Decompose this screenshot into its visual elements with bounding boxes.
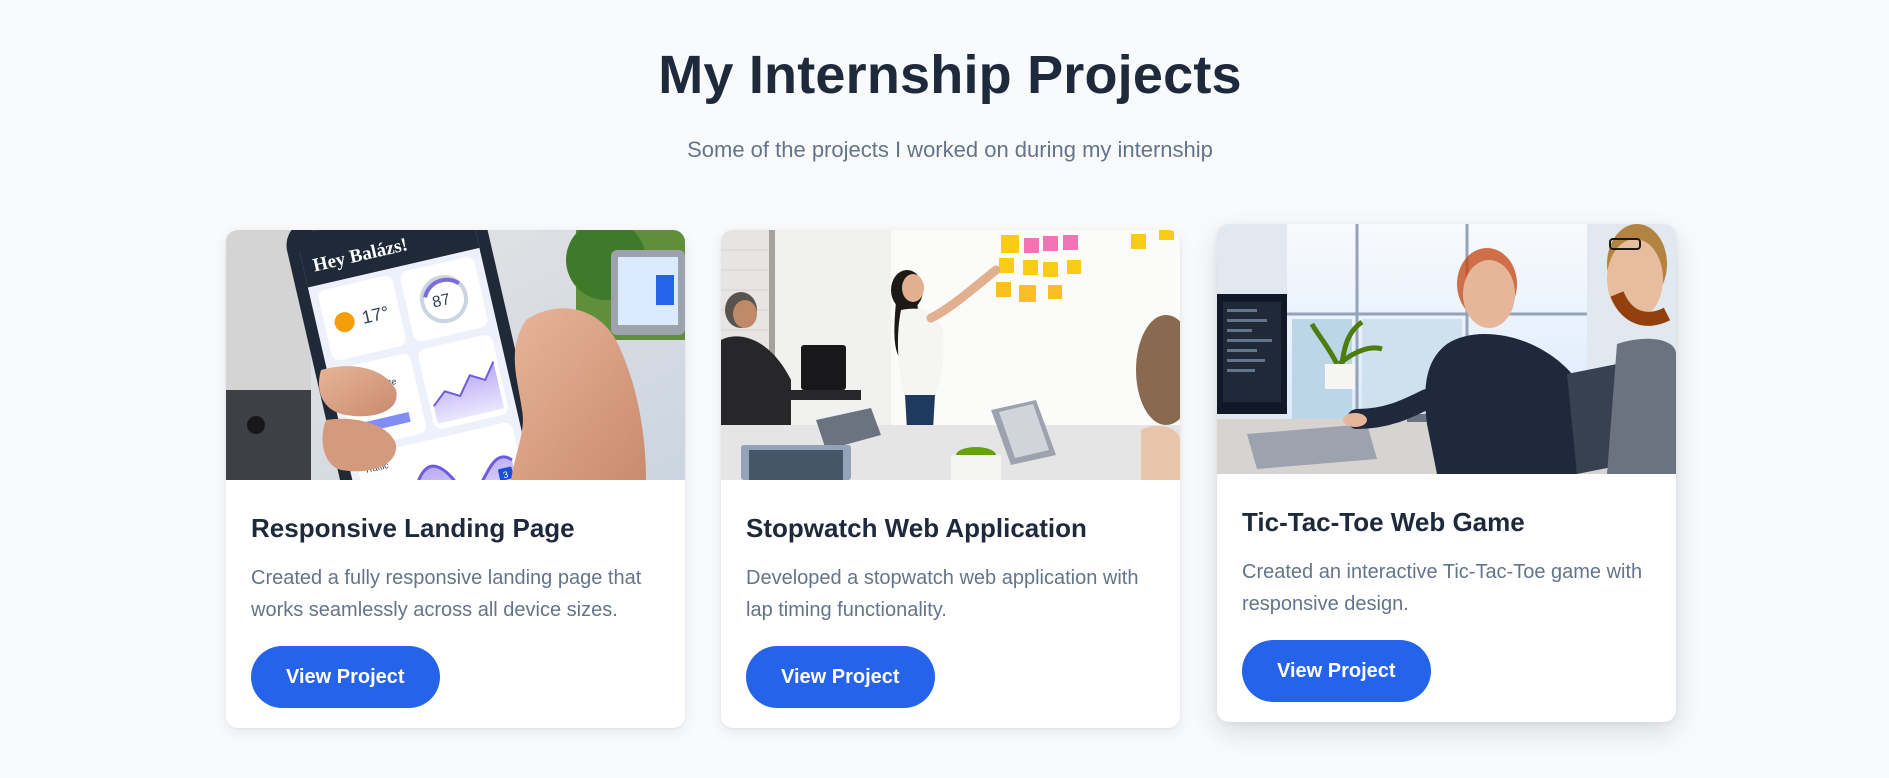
- project-image-phone-dashboard: Hey Balázs! 17° 87 Natural state Traffi: [226, 230, 685, 480]
- project-image-developers-at-desk: [1217, 224, 1676, 474]
- projects-section: My Internship Projects Some of the proje…: [0, 0, 1889, 778]
- page-title: My Internship Projects: [658, 45, 1242, 105]
- view-project-button[interactable]: View Project: [746, 646, 935, 708]
- project-card-responsive-landing-page: Hey Balázs! 17° 87 Natural state Traffi: [226, 230, 685, 728]
- project-card-stopwatch-web-application: Stopwatch Web Application Developed a st…: [721, 230, 1180, 728]
- view-project-button[interactable]: View Project: [251, 646, 440, 708]
- project-title: Stopwatch Web Application: [746, 513, 1087, 543]
- project-description: Developed a stopwatch web application wi…: [746, 567, 1139, 621]
- project-title: Tic-Tac-Toe Web Game: [1242, 507, 1525, 537]
- project-description: Created a fully responsive landing page …: [251, 567, 642, 621]
- page-subtitle: Some of the projects I worked on during …: [687, 137, 1213, 162]
- project-title: Responsive Landing Page: [251, 513, 575, 543]
- project-image-team-whiteboard: [721, 230, 1180, 480]
- project-description: Created an interactive Tic-Tac-Toe game …: [1242, 561, 1643, 615]
- project-card-tic-tac-toe-web-game: Tic-Tac-Toe Web Game Created an interact…: [1217, 224, 1676, 722]
- view-project-button[interactable]: View Project: [1242, 640, 1431, 702]
